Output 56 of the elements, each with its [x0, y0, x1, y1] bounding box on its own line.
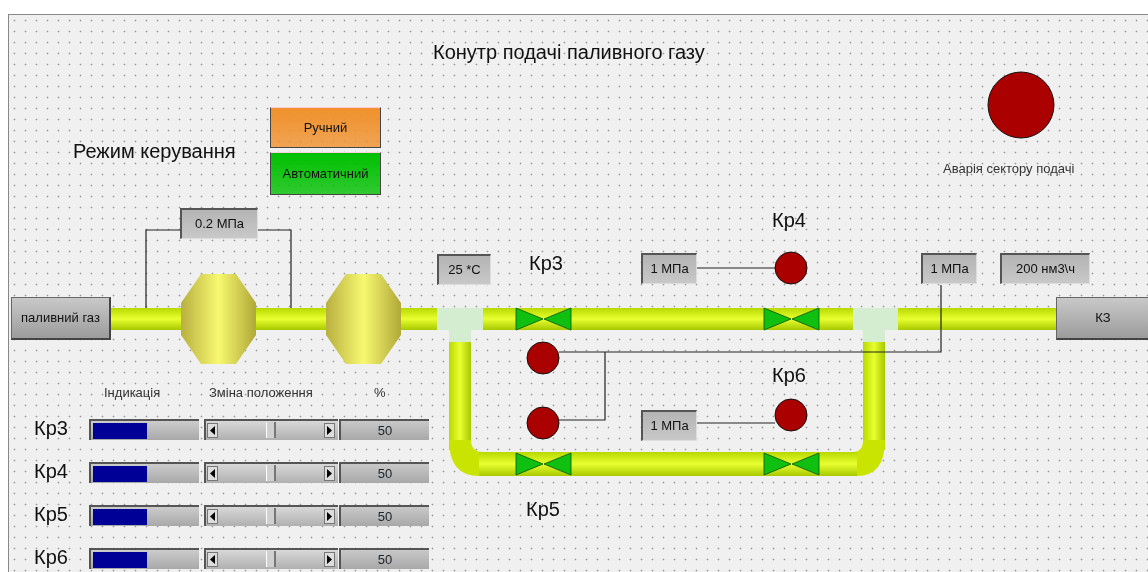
column-header: Індикація	[104, 386, 161, 399]
valve-icon[interactable]	[515, 452, 572, 476]
scrollbar-thumb[interactable]	[266, 465, 276, 481]
arrow-left-icon	[210, 426, 215, 435]
percent-value: 50	[339, 462, 429, 483]
scroll-left-button[interactable]	[207, 423, 218, 438]
percent-value: 50	[339, 548, 429, 569]
valve-name: Кр5	[34, 504, 68, 524]
valve-icon[interactable]	[763, 307, 820, 331]
scrollbar-thumb[interactable]	[266, 422, 276, 438]
column-header: Зміна положення	[209, 386, 313, 399]
scroll-right-button[interactable]	[324, 423, 335, 438]
scroll-right-button[interactable]	[324, 466, 335, 481]
scrollbar-thumb[interactable]	[266, 551, 276, 567]
pipe-tee	[437, 308, 483, 342]
pipe-tee	[853, 308, 898, 342]
source-block: паливний газ	[11, 297, 111, 340]
valve-label: Кр5	[526, 499, 560, 519]
readout-display: 1 МПа	[641, 410, 697, 441]
filter-icon	[326, 274, 401, 364]
mode-button[interactable]: Автоматичний	[270, 152, 381, 195]
valve-name: Кр6	[34, 547, 68, 567]
arrow-right-icon	[327, 469, 332, 478]
scroll-left-button[interactable]	[207, 466, 218, 481]
diagram-title: Конутр подачі паливного газу	[433, 42, 705, 62]
arrow-left-icon	[210, 555, 215, 564]
valve-label: Кр6	[772, 365, 806, 385]
column-header: %	[374, 386, 386, 399]
arrow-right-icon	[327, 555, 332, 564]
mode-label: Режим керування	[73, 141, 236, 161]
scroll-left-button[interactable]	[207, 552, 218, 567]
alarm-label: Аварія сектору подачі	[943, 162, 1075, 175]
readout-display: 25 *C	[437, 254, 491, 285]
readout-display: 0.2 МПа	[180, 208, 258, 239]
scroll-left-button[interactable]	[207, 509, 218, 524]
arrow-right-icon	[327, 426, 332, 435]
valve-icon[interactable]	[515, 307, 572, 331]
percent-value: 50	[339, 419, 429, 440]
readout-display: 1 МПа	[641, 253, 697, 284]
valve-icon[interactable]	[763, 452, 820, 476]
scroll-right-button[interactable]	[324, 509, 335, 524]
valve-name: Кр4	[34, 461, 68, 481]
valve-label: Кр4	[772, 210, 806, 230]
sink-block: КЗ	[1056, 297, 1148, 340]
readout-display: 1 МПа	[921, 253, 977, 284]
filter-icon	[181, 274, 256, 364]
valve-name: Кр3	[34, 418, 68, 438]
arrow-right-icon	[327, 512, 332, 521]
arrow-left-icon	[210, 469, 215, 478]
scrollbar-thumb[interactable]	[266, 508, 276, 524]
percent-value: 50	[339, 505, 429, 526]
mode-button[interactable]: Ручний	[270, 107, 381, 148]
readout-display: 200 нм3\ч	[1000, 253, 1090, 284]
arrow-left-icon	[210, 512, 215, 521]
valve-label: Кр3	[529, 253, 563, 273]
scroll-right-button[interactable]	[324, 552, 335, 567]
